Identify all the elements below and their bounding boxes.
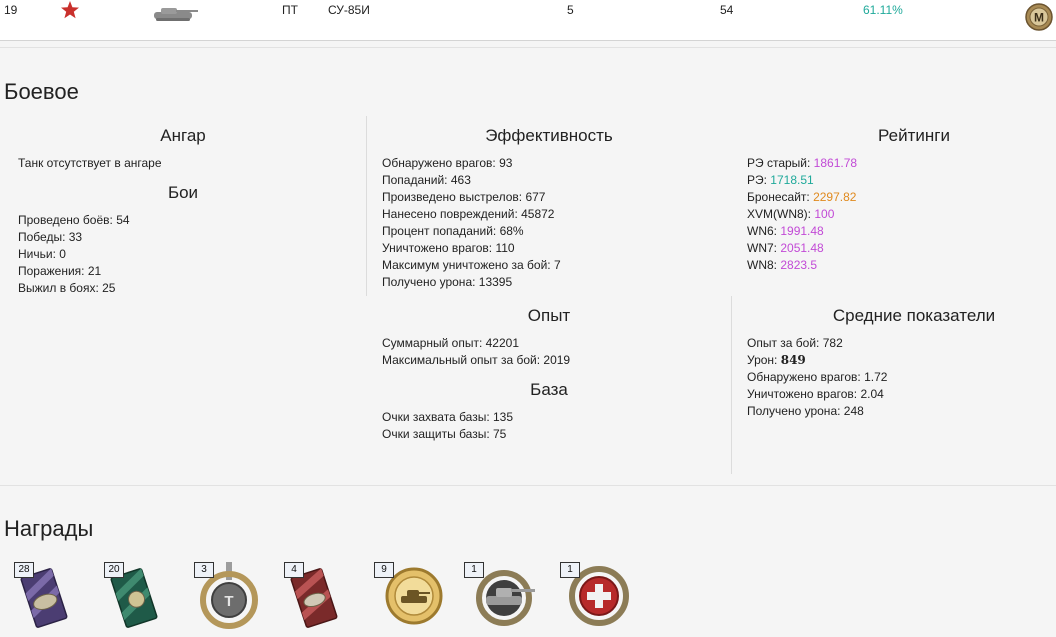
stat-line: Победы: 33: [18, 230, 83, 244]
medal-tank-wreath[interactable]: 1: [464, 562, 535, 630]
rating-value: 1718.51: [770, 173, 814, 187]
medal-wot-wreath[interactable]: T 3: [194, 562, 258, 630]
averages-stats: Опыт за бой: 782 Урон: 849 Обнаружено вр…: [747, 335, 887, 420]
medal-count: 3: [194, 562, 214, 578]
rating-line: WN8: 2823.5: [747, 258, 818, 272]
stat-line: Уничтожено врагов: 2.04: [747, 387, 884, 401]
star-icon: [61, 1, 79, 19]
rating-value: 1991.48: [780, 224, 824, 238]
awards-section-title: Награды: [4, 516, 94, 541]
stat-line: Процент попаданий: 68%: [382, 224, 524, 238]
stat-line: Очки защиты базы: 75: [382, 427, 507, 441]
rating-line: Бронесайт: 2297.82: [747, 190, 857, 204]
mastery-badge-letter: М: [1034, 11, 1044, 25]
tank-silhouette-icon: [154, 8, 198, 21]
stat-line: Обнаружено врагов: 1.72: [747, 370, 888, 384]
efficiency-title: Эффективность: [485, 126, 613, 145]
stat-line: Проведено боёв: 54: [18, 213, 130, 227]
stat-line: Максимум уничтожено за бой: 7: [382, 258, 561, 272]
stat-line: Выжил в боях: 25: [18, 281, 116, 295]
base-title: База: [530, 380, 568, 399]
medal-count: 20: [104, 562, 124, 578]
medal-count: 4: [284, 562, 304, 578]
experience-title: Опыт: [527, 306, 571, 325]
medal-card-red[interactable]: 4: [284, 562, 344, 630]
rating-value: 2297.82: [813, 190, 857, 204]
row-number: 19: [4, 3, 18, 17]
rating-line: WN7: 2051.48: [747, 241, 824, 255]
rating-value: 2051.48: [780, 241, 824, 255]
stat-line: Получено урона: 248: [747, 404, 864, 418]
rating-line: РЭ: 1718.51: [747, 173, 814, 187]
damage-value: 849: [780, 353, 806, 367]
base-stats: Очки захвата базы: 135 Очки защиты базы:…: [382, 409, 513, 443]
stat-line: Обнаружено врагов: 93: [382, 156, 513, 170]
stat-line: Урон: 849: [747, 353, 806, 367]
rating-value: 100: [814, 207, 835, 221]
stat-line: Уничтожено врагов: 110: [382, 241, 515, 255]
stat-line: Опыт за бой: 782: [747, 336, 843, 350]
rating-line: WN6: 1991.48: [747, 224, 824, 238]
medal-count: 9: [374, 562, 394, 578]
hangar-title: Ангар: [160, 126, 206, 145]
hangar-status: Танк отсутствует в ангаре: [18, 156, 162, 170]
combat-section-title: Боевое: [4, 79, 79, 104]
ratings-title: Рейтинги: [878, 126, 950, 145]
win-rate: 61.11%: [863, 3, 903, 17]
tank-type: ПТ: [282, 3, 298, 17]
stat-line: Нанесено повреждений: 45872: [382, 207, 555, 221]
medal-card-purple[interactable]: 28: [14, 562, 74, 630]
efficiency-stats: Обнаружено врагов: 93 Попаданий: 463 Про…: [382, 155, 561, 291]
medal-gold-tank[interactable]: 9: [374, 562, 443, 630]
rating-value: 1861.78: [813, 156, 858, 170]
medal-count: 1: [560, 562, 580, 578]
experience-stats: Суммарный опыт: 42201 Максимальный опыт …: [382, 335, 570, 369]
battles-stats: Проведено боёв: 54 Победы: 33 Ничьи: 0 П…: [18, 212, 130, 297]
ratings-stats: РЭ старый: 1861.78 РЭ: 1718.51 Бронесайт…: [747, 155, 857, 274]
rating-line: XVM(WN8): 100: [747, 207, 835, 221]
medal-red-cross[interactable]: 1: [560, 562, 629, 630]
mastery-badge-icon: М: [1025, 3, 1053, 31]
rating-value: 2823.5: [780, 258, 818, 272]
medal-count: 28: [14, 562, 34, 578]
vehicle-row[interactable]: 19 ПТ СУ-85И 5 54 61.11% М: [0, 0, 1056, 41]
stat-line: Ничьи: 0: [18, 247, 66, 261]
stat-line: Очки захвата базы: 135: [382, 410, 514, 424]
stat-line: Попаданий: 463: [382, 173, 471, 187]
tank-name: СУ-85И: [328, 3, 370, 17]
stat-line: Поражения: 21: [18, 264, 102, 278]
stat-line: Максимальный опыт за бой: 2019: [382, 353, 571, 367]
battles-count: 54: [720, 3, 734, 17]
stat-line: Произведено выстрелов: 677: [382, 190, 546, 204]
medal-count: 1: [464, 562, 484, 578]
stat-line: Получено урона: 13395: [382, 275, 513, 289]
tank-tier: 5: [567, 3, 574, 17]
averages-title: Средние показатели: [832, 306, 996, 325]
medal-card-green[interactable]: 20: [104, 562, 164, 630]
rating-line: РЭ старый: 1861.78: [747, 156, 858, 170]
svg-text:T: T: [224, 593, 233, 610]
stat-line: Суммарный опыт: 42201: [382, 336, 519, 350]
battles-title: Бои: [167, 183, 199, 202]
